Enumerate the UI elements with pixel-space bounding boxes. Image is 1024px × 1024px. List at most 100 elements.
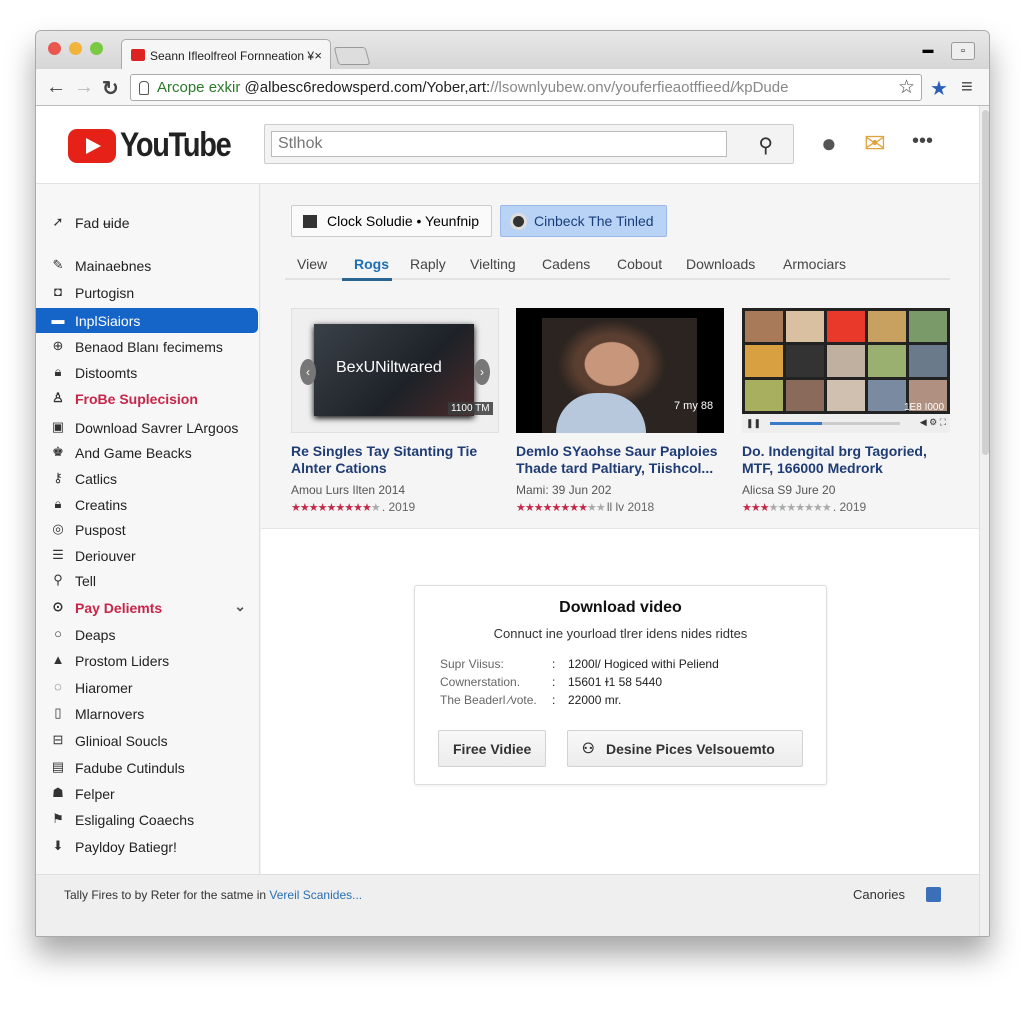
sidebar-item[interactable]: ♚ And Game Beacks (36, 440, 258, 465)
video-title[interactable]: Re Singles Tay Sitanting Tie Alnter Cati… (291, 443, 499, 477)
forward-icon[interactable]: → (74, 76, 94, 99)
rating-stars: ★★★★★★★★★★ ll lv 2018 (516, 500, 724, 514)
sidebar-item[interactable]: ⊟ Glinioal Soucls (36, 728, 258, 753)
tab-downloads[interactable]: Downloads (686, 256, 755, 272)
progress-bar[interactable] (770, 422, 900, 425)
desine-button[interactable]: ⚇ Desine Pices Velsouemto (567, 730, 803, 767)
sidebar-item-label: Deaps (75, 627, 116, 643)
video-card[interactable]: 7 my 88 Demlo SYaohse Saur Paploies Thad… (516, 308, 724, 514)
scrollbar[interactable] (979, 106, 989, 936)
prev-arrow-icon[interactable]: ‹ (300, 359, 316, 385)
calendar-icon[interactable] (926, 887, 941, 902)
youtube-favicon-icon (131, 49, 145, 61)
sidebar-item[interactable]: ⚷ Catlics (36, 466, 258, 491)
close-tab-icon[interactable]: × (314, 48, 322, 63)
maximize-window-button[interactable] (90, 42, 103, 55)
video-title[interactable]: Do. Indengital brg Tagoried, MTF, 166000… (742, 443, 950, 477)
grid-tile (745, 379, 783, 411)
sidebar-item[interactable]: ⚲ Tell (36, 568, 258, 593)
minimize-icon[interactable]: ▬ (916, 42, 940, 60)
star-icon: ★ (524, 502, 535, 514)
sidebar-item[interactable]: 🔒︎ Creatins (36, 492, 258, 517)
grid-tile (786, 379, 824, 411)
grid-tile (868, 379, 906, 411)
sidebar-item[interactable]: ◘ Purtogisn (36, 280, 258, 305)
footer: Tally Fires to by Reter for the satme in… (36, 874, 979, 936)
sidebar-item[interactable]: ▬ InplSiaiors (36, 308, 258, 333)
close-window-button[interactable] (48, 42, 61, 55)
sidebar-item[interactable]: ▣ Download Savrer LArgoos (36, 415, 258, 440)
restore-icon[interactable]: ▫ (951, 42, 975, 60)
sidebar-item[interactable]: ▲ Prostom Liders (36, 648, 258, 673)
menu-icon[interactable]: ≡ (961, 76, 973, 99)
video-thumbnail[interactable]: ‹ › BexUNiltwared 1100 TM (291, 308, 499, 433)
tab-vielting[interactable]: Vielting (470, 256, 516, 272)
footer-link[interactable]: Vereil Scanides... (269, 888, 362, 902)
search-icon[interactable]: ⚲ (758, 133, 773, 158)
sidebar-item[interactable]: ○ Deaps (36, 622, 258, 647)
sidebar-item[interactable]: ☗ Felper (36, 781, 258, 806)
sidebar-item[interactable]: ◌ Hiaromer (36, 675, 258, 700)
grid-tile (786, 345, 824, 377)
pause-icon[interactable]: ❚❚ (746, 418, 761, 428)
video-card[interactable]: ‹ › BexUNiltwared 1100 TM Re Singles Tay… (291, 308, 499, 514)
tab-cobout[interactable]: Cobout (617, 256, 662, 272)
sidebar-item[interactable]: ➚ Fad ʉide (36, 210, 258, 235)
star-icon: ★ (560, 502, 570, 514)
url-input[interactable]: Arcope exkir @albesc6redowsperd.com/Yobe… (130, 74, 922, 101)
bookmark-star-icon[interactable]: ☆ (898, 76, 915, 99)
user-icon: ⚇ (582, 740, 595, 756)
sidebar-item-label: Catlics (75, 471, 118, 487)
volume-settings-icons[interactable]: ◀ ⚙ ⛶ (920, 417, 946, 428)
tab-raply[interactable]: Raply (410, 256, 446, 272)
sidebar-item[interactable]: ⊕ Benaod Blanı fecimems (36, 334, 258, 359)
search-bar: ⚲ (264, 124, 794, 164)
star-icon: ★ (317, 502, 328, 514)
sidebar-item[interactable]: ✎ Mainaebnes (36, 253, 258, 278)
youtube-header: YouTube ⚲ ● ✉ ••• (36, 106, 979, 184)
button-label: Cinbeck The Tinled (534, 213, 654, 229)
back-icon[interactable]: ← (46, 76, 66, 99)
video-card[interactable]: ❚❚ ◀ ⚙ ⛶ 1E8 I000 Do. Indengital brg Tag… (742, 308, 950, 514)
search-input[interactable] (271, 131, 727, 157)
sidebar-item[interactable]: 🔒︎ Distoomts (36, 360, 258, 385)
video-thumbnail[interactable]: 7 my 88 (516, 308, 724, 433)
sidebar-item[interactable]: ☰ Deriouver (36, 543, 258, 568)
check-button[interactable]: Cinbeck The Tinled (500, 205, 667, 237)
sidebar-item[interactable]: ▤ Fadube Cutinduls (36, 755, 258, 780)
tab-cadens[interactable]: Cadens (542, 256, 590, 272)
footer-right-label[interactable]: Canories (853, 887, 905, 902)
sidebar-item[interactable]: ◎ Puspost (36, 517, 258, 542)
sidebar-item[interactable]: ♙ FroBe Suplecision (36, 386, 258, 411)
grid-tile (909, 311, 947, 343)
tab-rogs[interactable]: Rogs (354, 256, 389, 272)
new-tab-button[interactable] (333, 47, 371, 65)
free-video-button[interactable]: Firee Vidiee (438, 730, 546, 767)
apple-icon[interactable]: ● (821, 128, 837, 159)
more-icon[interactable]: ••• (912, 130, 933, 153)
next-arrow-icon[interactable]: › (474, 359, 490, 385)
check-circle-icon: ⊙ (52, 599, 64, 614)
video-meta: Amou Lurs Ilten 2014 (291, 483, 406, 497)
browser-tab[interactable]: Seann Ifleolfreol Fornneation ¥ × (121, 39, 331, 69)
info-row: Supr Viisus::1200l/ Hogiced withi Pelien… (440, 657, 719, 671)
extension-star-icon[interactable]: ★ (930, 76, 948, 101)
row-value: 15601 ɫ1 58 5440 (568, 675, 663, 689)
sidebar-item[interactable]: ⊙ Pay Deliemts ⌄ (36, 595, 258, 620)
tab-armociars[interactable]: Armociars (783, 256, 846, 272)
sidebar-item[interactable]: ⬇ Payldoy Batiegr! (36, 834, 258, 859)
grid-tile (827, 311, 865, 343)
video-thumbnail[interactable]: ❚❚ ◀ ⚙ ⛶ 1E8 I000 (742, 308, 950, 433)
lock-icon: 🔒︎ (54, 496, 62, 511)
youtube-logo[interactable]: YouTube (68, 126, 250, 165)
tab-view[interactable]: View (297, 256, 327, 272)
minimize-window-button[interactable] (69, 42, 82, 55)
chevron-down-icon[interactable]: ⌄ (234, 598, 246, 615)
sidebar-item[interactable]: ⚑ Esligaling Coaechs (36, 807, 258, 832)
reload-icon[interactable]: ↻ (102, 76, 119, 101)
upload-icon[interactable]: ✉ (864, 128, 886, 159)
clock-button[interactable]: Clock Soludie • Yeunfnip (291, 205, 492, 237)
scrollbar-thumb[interactable] (982, 110, 989, 455)
sidebar-item[interactable]: ▯ Mlarnovers (36, 701, 258, 726)
video-title[interactable]: Demlo SYaohse Saur Paploies Thade tard P… (516, 443, 724, 477)
